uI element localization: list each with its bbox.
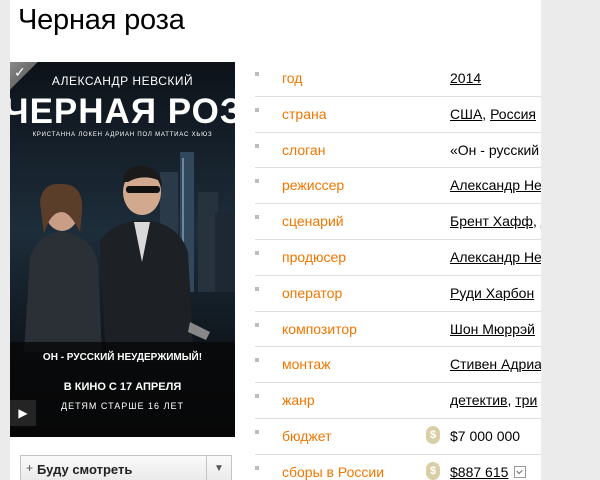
dropdown-arrow-icon[interactable]: ▼ xyxy=(206,456,231,480)
bullet-icon xyxy=(255,322,259,327)
info-value-text: , xyxy=(532,213,541,230)
bullet-icon xyxy=(255,72,259,76)
info-key: продюсер xyxy=(282,248,347,265)
poster-director: АЛЕКСАНДР НЕВСКИЙ xyxy=(51,74,194,88)
info-row: год 2014 xyxy=(255,61,541,97)
info-value: 2014 xyxy=(450,70,481,86)
info-value: $887 615 xyxy=(450,464,527,480)
bullet-icon xyxy=(255,286,259,291)
info-key: слоган xyxy=(282,141,326,158)
poster-age-rating: ДЕТЯМ СТАРШЕ 16 ЛЕТ xyxy=(61,401,184,411)
info-value: детектив, три xyxy=(450,392,537,408)
info-row: продюсер Александр Нев xyxy=(255,240,541,276)
info-value: Шон Мюррэй xyxy=(450,321,535,337)
info-value: Александр Нев xyxy=(450,177,541,193)
info-value-link[interactable]: Александр Нев xyxy=(450,177,541,193)
info-row: монтаж Стивен Адриан xyxy=(255,347,541,384)
bullet-icon xyxy=(255,394,259,399)
bullet-icon xyxy=(255,179,259,184)
info-row: режиссер Александр Нев xyxy=(255,168,541,205)
info-key: жанр xyxy=(282,392,315,409)
info-key: страна xyxy=(282,105,327,122)
info-value-link[interactable]: Александр Нев xyxy=(450,249,541,265)
info-key: монтаж xyxy=(282,356,331,373)
money-icon: $ xyxy=(426,425,440,444)
poster-slogan: ОН - РУССКИЙ НЕУДЕРЖИМЫЙ! xyxy=(42,352,203,363)
play-trailer-button[interactable]: ▶ xyxy=(10,400,36,426)
info-row: жанр детектив, три xyxy=(255,383,541,419)
bullet-icon xyxy=(255,465,259,470)
info-value-link[interactable]: Шон Мюррэй xyxy=(450,321,535,337)
will-watch-label: Буду смотреть xyxy=(37,462,133,477)
page-title: Черная роза xyxy=(18,4,185,36)
info-row: страна США, Россия xyxy=(255,97,541,133)
info-value: Руди Харбон xyxy=(450,285,534,301)
info-key: сценарий xyxy=(282,213,344,230)
bullet-icon xyxy=(255,250,259,255)
movie-info-table: год 2014 страна США, Россия слоган «Он - русс… xyxy=(255,61,541,480)
info-row: бюджет $ $7 000 000 xyxy=(255,419,541,455)
info-row: сборы в России $ $887 615 xyxy=(255,455,541,480)
info-key: композитор xyxy=(282,320,357,337)
info-value-link[interactable]: США xyxy=(450,106,482,122)
poster-cast: КРИСТАННА ЛОКЕН АДРИАН ПОЛ МАТТИАС ХЬЮЗ xyxy=(32,132,213,138)
bullet-icon xyxy=(255,429,259,434)
info-value-link[interactable]: 2014 xyxy=(450,70,481,86)
info-key: сборы в России xyxy=(282,463,385,480)
info-value-link[interactable]: Брент Хафф xyxy=(450,213,533,229)
plus-icon: + xyxy=(26,461,34,475)
bullet-icon xyxy=(255,215,259,220)
info-value-link[interactable]: $887 615 xyxy=(450,464,508,480)
poster-release-date: В КИНО С 17 АПРЕЛЯ xyxy=(63,381,182,393)
bullet-icon xyxy=(255,143,259,148)
info-row: оператор Руди Харбон xyxy=(255,276,541,312)
info-value-text: $7 000 000 xyxy=(450,427,521,444)
movie-page: Черная роза АЛЕКСАНДР НЕВСКИЙ ЧЕРНАЯ РОЗ… xyxy=(10,0,541,480)
details-toggle-icon[interactable] xyxy=(514,466,527,479)
info-value-text: , xyxy=(482,105,491,122)
bullet-icon xyxy=(255,358,259,363)
bullet-icon xyxy=(255,107,259,112)
play-icon: ▶ xyxy=(18,406,28,420)
poster-corner-fold[interactable]: ✓ xyxy=(10,62,38,90)
info-value: Александр Нев xyxy=(450,249,541,265)
info-value-link[interactable]: детектив xyxy=(450,392,507,408)
info-value-link[interactable]: Руди Харбон xyxy=(450,285,534,301)
info-row: слоган «Он - русский xyxy=(255,133,541,169)
info-value: Стивен Адриан xyxy=(450,356,541,372)
info-value-text: «Он - русский xyxy=(450,141,540,158)
info-value: $7 000 000 xyxy=(450,428,520,444)
movie-poster[interactable]: АЛЕКСАНДР НЕВСКИЙ ЧЕРНАЯ РОЗА КРИСТАННА … xyxy=(10,62,235,437)
info-value-link[interactable]: Россия xyxy=(490,106,536,122)
will-watch-button[interactable]: + Буду смотреть ▼ xyxy=(20,455,232,480)
info-value-link[interactable]: Стивен Адриан xyxy=(450,356,541,372)
info-key: режиссер xyxy=(282,177,345,194)
money-icon: $ xyxy=(426,461,440,480)
check-icon: ✓ xyxy=(14,64,26,80)
info-value: США, Россия xyxy=(450,106,536,122)
info-row: сценарий Брент Хафф, Д xyxy=(255,204,541,240)
info-value: «Он - русский xyxy=(450,142,539,158)
info-value: Брент Хафф, Д xyxy=(450,213,541,229)
info-key: год xyxy=(282,70,303,86)
info-key: оператор xyxy=(282,284,343,301)
poster-title: ЧЕРНАЯ РОЗА xyxy=(10,92,235,131)
info-row: композитор Шон Мюррэй xyxy=(255,312,541,348)
info-value-link[interactable]: три xyxy=(515,392,537,408)
info-key: бюджет xyxy=(282,427,332,444)
